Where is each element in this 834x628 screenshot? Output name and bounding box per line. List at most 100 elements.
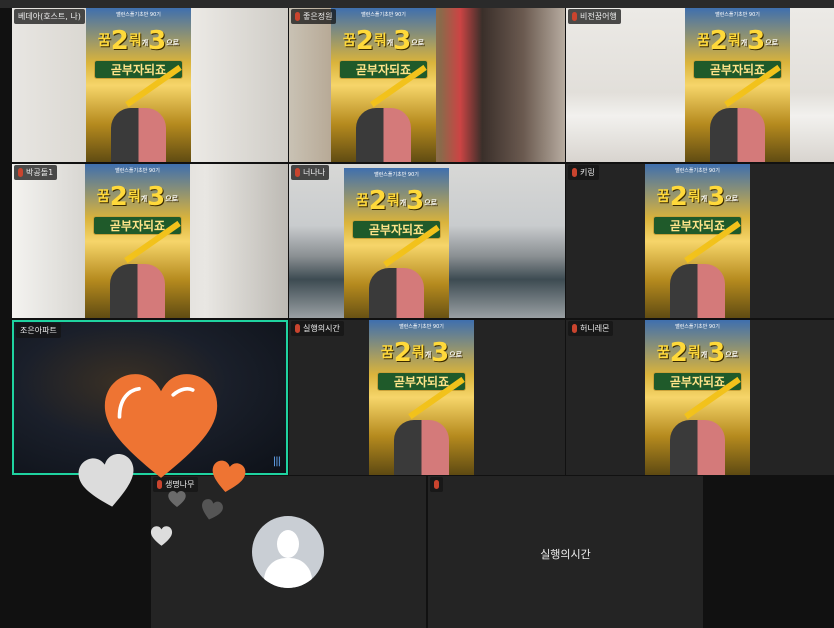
participant-tile[interactable]: 생명나무	[151, 476, 426, 628]
poster-headline-part: 꿈	[355, 193, 369, 209]
poster-headline-part: 꿈	[656, 189, 670, 205]
participant-name-tag	[430, 477, 443, 492]
shared-poster-image: 밸런스플기초반 90기 꿈2뤄개3으로 곧부자되죠	[369, 320, 474, 475]
poster-headline-part: 3	[747, 26, 766, 56]
poster-headline-part: 3	[707, 182, 726, 212]
poster-headline-part: 뤄	[687, 345, 701, 361]
poster-headline-part: 으로	[725, 195, 739, 203]
poster-title: 밸런스플기초반 90기	[399, 324, 444, 330]
microphone-muted-icon	[572, 168, 577, 177]
poster-headline-part: 3	[393, 26, 412, 56]
couple-graphic	[670, 264, 725, 318]
poster-headline-part: 3	[406, 186, 425, 216]
shared-poster-image: 밸런스플기초반 90기 꿈2뤄개3으로 곧부자되죠	[685, 8, 790, 162]
participant-tile[interactable]: 밸런스플기초반 90기 꿈2뤄개3으로 곧부자되죠 박공돌1	[12, 164, 288, 318]
poster-headline-part: 3	[148, 26, 167, 56]
poster-headline-part: 뤄	[373, 33, 387, 49]
heart-reaction-icon	[209, 459, 247, 495]
poster-headline-part: 뤄	[411, 345, 425, 361]
couple-graphic	[356, 108, 411, 162]
poster-headline-part: 꿈	[656, 345, 670, 361]
poster-headline-part: 으로	[166, 39, 180, 47]
poster-headline-part: 꿈	[342, 33, 356, 49]
participant-name-tag: 실행의시간	[291, 321, 344, 336]
poster-headline-part: 3	[431, 338, 450, 368]
poster-headline: 꿈2뤄개3으로	[369, 338, 474, 368]
participant-name: 베데아(호스트, 나)	[18, 12, 81, 21]
participant-name: 실행의시간	[303, 324, 340, 333]
poster-headline-part: 으로	[765, 39, 779, 47]
participant-name-tag: 너나나	[291, 165, 330, 180]
participant-tile[interactable]: 밸런스플기초반 90기 꿈2뤄개3으로 곧부자되죠 좋은정원	[289, 8, 565, 162]
microphone-muted-icon	[434, 480, 439, 489]
microphone-muted-icon	[295, 324, 300, 333]
poster-headline-part: 3	[147, 182, 166, 212]
heart-reaction-icon	[104, 374, 218, 478]
couple-graphic	[369, 268, 424, 318]
poster-headline: 꿈2뤄개3으로	[331, 26, 436, 56]
poster-headline-part: 뤄	[127, 189, 141, 205]
avatar-body	[264, 558, 312, 588]
participant-tile[interactable]: 밸런스플기초반 90기 꿈2뤄개3으로 곧부자되죠 키링	[566, 164, 834, 318]
avatar-head	[277, 530, 299, 558]
poster-title: 밸런스플기초반 90기	[116, 12, 161, 18]
participant-name-tag: 허니레몬	[568, 321, 614, 336]
poster-headline: 꿈2뤄개3으로	[86, 26, 191, 56]
shared-poster-image: 밸런스플기초반 90기 꿈2뤄개3으로 곧부자되죠	[645, 320, 750, 475]
poster-headline-part: 2	[109, 182, 128, 212]
participant-tile[interactable]: 밸런스플기초반 90기 꿈2뤄개3으로 곧부자되죠 허니레몬	[566, 320, 834, 475]
participant-name-tag: 키링	[568, 165, 599, 180]
poster-headline: 꿈2뤄개3으로	[645, 182, 750, 212]
participant-display-name: 실행의시간	[540, 548, 591, 561]
poster-title: 밸런스플기초반 90기	[715, 12, 760, 18]
shared-poster-image: 밸런스플기초반 90기 꿈2뤄개3으로 곧부자되죠	[344, 168, 449, 318]
poster-headline: 꿈2뤄개3으로	[645, 338, 750, 368]
participant-name-tag: 좋은정원	[291, 9, 337, 24]
poster-title: 밸런스플기초반 90기	[361, 12, 406, 18]
participant-name: 좋은정원	[303, 12, 333, 21]
shared-poster-image: 밸런스플기초반 90기 꿈2뤄개3으로 곧부자되죠	[331, 8, 436, 162]
microphone-muted-icon	[572, 12, 577, 21]
poster-headline-part: 꿈	[380, 345, 394, 361]
poster-headline-part: 꿈	[97, 33, 111, 49]
poster-headline-part: 으로	[449, 351, 463, 359]
participant-name: 너나나	[303, 168, 326, 177]
microphone-muted-icon	[572, 324, 577, 333]
couple-graphic	[110, 264, 165, 318]
default-avatar-icon	[252, 516, 324, 588]
poster-headline-part: 3	[707, 338, 726, 368]
poster-headline-part: 뤄	[128, 33, 142, 49]
top-bar	[0, 0, 834, 8]
participant-name-tag: 비전꿈어행	[568, 9, 621, 24]
poster-headline-part: 으로	[424, 199, 438, 207]
participant-tile[interactable]: 밸런스플기초반 90기 꿈2뤄개3으로 곧부자되죠 실행의시간	[289, 320, 565, 475]
poster-headline-part: 2	[355, 26, 374, 56]
participant-name: 조은아파트	[20, 326, 57, 335]
participant-tile[interactable]: 밸런스플기초반 90기 꿈2뤄개3으로 곧부자되죠 너나나	[289, 164, 565, 318]
poster-headline-part: 으로	[165, 195, 179, 203]
poster-headline: 꿈2뤄개3으로	[85, 182, 190, 212]
poster-title: 밸런스플기초반 90기	[675, 168, 720, 174]
poster-headline-part: 2	[669, 182, 688, 212]
poster-headline-part: 2	[110, 26, 129, 56]
poster-title: 밸런스플기초반 90기	[374, 172, 419, 178]
microphone-muted-icon	[18, 168, 23, 177]
participant-name-tag: 조은아파트	[16, 323, 61, 338]
audio-indicator-icon: |||	[272, 456, 281, 467]
participant-name-tag: 박공돌1	[14, 165, 58, 180]
participant-name: 비전꿈어행	[580, 12, 617, 21]
participant-tile[interactable]: 밸런스플기초반 90기 꿈2뤄개3으로 곧부자되죠 베데아(호스트, 나)	[12, 8, 288, 162]
shared-poster-image: 밸런스플기초반 90기 꿈2뤄개3으로 곧부자되죠	[645, 164, 750, 318]
shared-poster-image: 밸런스플기초반 90기 꿈2뤄개3으로 곧부자되죠	[86, 8, 191, 162]
poster-headline-part: 2	[669, 338, 688, 368]
participant-tile[interactable]: 밸런스플기초반 90기 꿈2뤄개3으로 곧부자되죠 비전꿈어행	[566, 8, 834, 162]
poster-headline-part: 으로	[725, 351, 739, 359]
microphone-muted-icon	[295, 12, 300, 21]
heart-reaction-icon	[150, 526, 173, 546]
poster-headline: 꿈2뤄개3으로	[344, 186, 449, 216]
poster-title: 밸런스플기초반 90기	[115, 168, 160, 174]
poster-headline-part: 뤄	[687, 189, 701, 205]
couple-graphic	[710, 108, 765, 162]
participant-tile[interactable]: 실행의시간	[428, 476, 703, 628]
poster-headline-part: 꿈	[96, 189, 110, 205]
